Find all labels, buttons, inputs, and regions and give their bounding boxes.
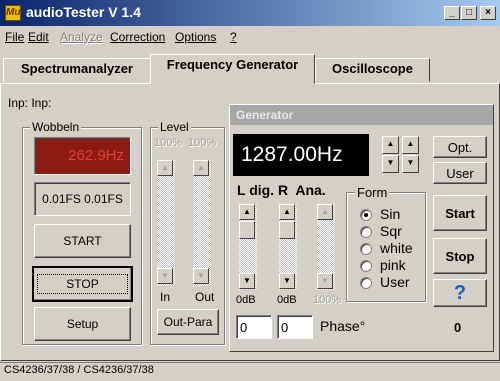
right-value-input[interactable] xyxy=(277,315,313,339)
level-title: Level xyxy=(158,120,191,134)
left-digital-slider[interactable]: ▲ ▼ xyxy=(239,204,257,290)
stop-focus: STOP xyxy=(37,274,128,294)
analog-slider[interactable]: ▲ ▼ xyxy=(317,204,335,290)
left-thumb[interactable] xyxy=(239,221,255,239)
tab-oscilloscope[interactable]: Oscilloscope xyxy=(315,58,430,82)
form-label-sqr: Sqr xyxy=(380,223,402,239)
opt-button[interactable]: Opt. xyxy=(433,136,487,158)
analog-up-icon[interactable]: ▲ xyxy=(317,204,333,220)
form-label-user: User xyxy=(380,274,410,290)
menu-bar: File Edit Analyze Correction Options ? xyxy=(0,27,500,47)
user-button[interactable]: User xyxy=(433,162,487,184)
level-out-top-label: 100% xyxy=(188,137,217,149)
tab-frequency-generator[interactable]: Frequency Generator xyxy=(150,54,315,84)
close-button[interactable]: × xyxy=(480,6,496,20)
app-icon: Mu xyxy=(5,5,21,21)
form-radio-user[interactable] xyxy=(360,277,372,289)
level-in-top-label: 100% xyxy=(154,137,183,149)
generator-frequency-display: 1287.00Hz xyxy=(233,134,369,176)
phase-label: Phase° xyxy=(320,318,366,334)
wobbeln-start-button[interactable]: START xyxy=(34,224,131,258)
status-text: CS4236/37/38 / CS4236/37/38 xyxy=(4,364,154,376)
generator-frequency: 1287.00Hz xyxy=(241,143,343,166)
generator-stop-button[interactable]: Stop xyxy=(433,238,487,274)
analog-percent-label: 100% xyxy=(313,294,342,306)
level-out-slider[interactable]: ▲ ▼ xyxy=(193,160,211,286)
inp-label: Inp: Inp: xyxy=(8,96,52,110)
help-button[interactable]: ? xyxy=(433,279,487,307)
left-up-icon[interactable]: ▲ xyxy=(239,204,255,220)
tab-spectrumanalyzer[interactable]: Spectrumanalyzer xyxy=(3,58,151,82)
menu-analyze[interactable]: Analyze xyxy=(60,30,103,44)
level-out-label: Out xyxy=(195,290,215,304)
menu-edit[interactable]: Edit xyxy=(28,30,49,44)
level-in-label: In xyxy=(160,290,171,304)
form-radio-pink[interactable] xyxy=(360,260,372,272)
analog-down-icon[interactable]: ▼ xyxy=(317,273,333,289)
form-radio-sin[interactable] xyxy=(360,209,372,221)
level-in-down-icon[interactable]: ▼ xyxy=(157,268,173,284)
level-out-up-icon[interactable]: ▲ xyxy=(193,160,209,176)
right-digital-slider[interactable]: ▲ ▼ xyxy=(279,204,297,290)
freq-down-left[interactable]: ▼ xyxy=(382,155,399,173)
form-label-pink: pink xyxy=(380,257,406,273)
phase-value: 0 xyxy=(454,320,462,335)
level-in-up-icon[interactable]: ▲ xyxy=(157,160,173,176)
right-thumb[interactable] xyxy=(279,221,295,239)
maximize-button[interactable]: □ xyxy=(461,6,477,20)
menu-help[interactable]: ? xyxy=(230,30,237,44)
form-radio-white[interactable] xyxy=(360,243,372,255)
wobbeln-setup-button[interactable]: Setup xyxy=(34,307,131,341)
right-up-icon[interactable]: ▲ xyxy=(279,204,295,220)
wobbeln-title: Wobbeln xyxy=(30,120,82,134)
right-db-label: 0dB xyxy=(277,294,297,306)
right-down-icon[interactable]: ▼ xyxy=(279,273,295,289)
form-radio-sqr[interactable] xyxy=(360,226,372,238)
generator-start-button[interactable]: Start xyxy=(433,195,487,231)
form-title: Form xyxy=(355,185,390,200)
wobbeln-stop-button[interactable]: STOP xyxy=(32,266,133,302)
window-title: audioTester V 1.4 xyxy=(26,4,141,20)
wobbeln-range: 0.01FS 0.01FS xyxy=(34,182,131,216)
minimize-button[interactable]: _ xyxy=(444,6,460,20)
form-label-sin: Sin xyxy=(380,206,401,222)
app-window: Mu audioTester V 1.4 _ □ × File Edit Ana… xyxy=(0,0,500,381)
wobbeln-frequency: 262.9Hz xyxy=(68,147,124,164)
left-db-label: 0dB xyxy=(236,294,256,306)
menu-options[interactable]: Options xyxy=(175,30,216,44)
freq-down-right[interactable]: ▼ xyxy=(402,155,419,173)
menu-correction[interactable]: Correction xyxy=(110,30,165,44)
left-down-icon[interactable]: ▼ xyxy=(239,273,255,289)
freq-up-right[interactable]: ▲ xyxy=(402,136,419,154)
generator-header: Generator xyxy=(230,105,493,125)
out-para-button[interactable]: Out-Para xyxy=(157,309,219,335)
wobbeln-display: 262.9Hz xyxy=(34,137,131,175)
menu-file[interactable]: File xyxy=(5,30,24,44)
level-out-down-icon[interactable]: ▼ xyxy=(193,268,209,284)
left-value-input[interactable] xyxy=(236,315,272,339)
freq-up-left[interactable]: ▲ xyxy=(382,136,399,154)
form-label-white: white xyxy=(380,240,413,256)
channel-header: L dig. R Ana. xyxy=(237,182,326,198)
level-in-slider[interactable]: ▲ ▼ xyxy=(157,160,175,286)
generator-title: Generator xyxy=(236,108,294,122)
title-bar[interactable]: Mu audioTester V 1.4 _ □ × xyxy=(0,0,500,26)
